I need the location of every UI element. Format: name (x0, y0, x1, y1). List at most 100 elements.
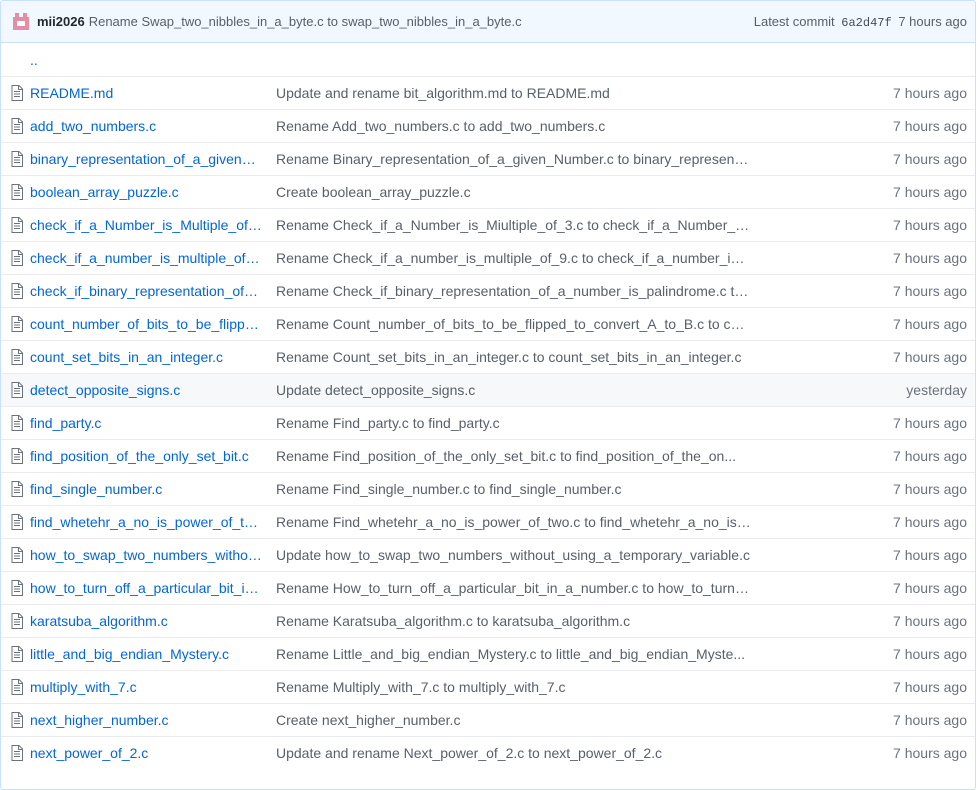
file-name-link[interactable]: find_single_number.c (30, 481, 263, 497)
file-commit-message[interactable]: Rename Binary_representation_of_a_given_… (276, 151, 751, 167)
file-icon (11, 415, 25, 431)
file-icon (11, 217, 25, 233)
file-row[interactable]: find_party.c Rename Find_party.c to find_… (1, 406, 975, 439)
file-icon (11, 514, 25, 530)
file-commit-message[interactable]: Update detect_opposite_signs.c (276, 382, 751, 398)
file-commit-message[interactable]: Rename Find_single_number.c to find_sing… (276, 481, 751, 497)
file-row[interactable]: find_single_number.c Rename Find_single_n… (1, 472, 975, 505)
file-name-link[interactable]: check_if_a_Number_is_Multiple_of_3.c (30, 217, 263, 233)
file-commit-message[interactable]: Create boolean_array_puzzle.c (276, 184, 751, 200)
file-commit-age: 7 hours ago (893, 448, 967, 464)
file-commit-age: 7 hours ago (893, 646, 967, 662)
file-row[interactable]: next_power_of_2.c Update and rename Next_… (1, 736, 975, 769)
file-commit-message[interactable]: Rename Multiply_with_7.c to multiply_wit… (276, 679, 751, 695)
file-icon (11, 481, 25, 497)
file-commit-message[interactable]: Create next_higher_number.c (276, 712, 751, 728)
file-commit-age: 7 hours ago (893, 85, 967, 101)
file-icon (11, 250, 25, 266)
file-commit-message[interactable]: Update how_to_swap_two_numbers_without_u… (276, 547, 751, 563)
file-commit-age: 7 hours ago (893, 745, 967, 761)
file-icon (11, 580, 25, 596)
file-icon (11, 184, 25, 200)
file-commit-message[interactable]: Rename Find_position_of_the_only_set_bit… (276, 448, 751, 464)
avatar[interactable] (11, 11, 31, 32)
file-commit-age: 7 hours ago (893, 151, 967, 167)
file-commit-age: 7 hours ago (893, 283, 967, 299)
file-name-link[interactable]: binary_representation_of_a_given_N... (30, 151, 263, 167)
file-name-link[interactable]: karatsuba_algorithm.c (30, 613, 263, 629)
file-row[interactable]: check_if_a_number_is_multiple_of_9.c Rena… (1, 241, 975, 274)
file-name-link[interactable]: detect_opposite_signs.c (30, 382, 263, 398)
file-icon (11, 382, 25, 398)
file-name-link[interactable]: count_number_of_bits_to_be_flippe... (30, 316, 263, 332)
file-commit-age: 7 hours ago (893, 118, 967, 134)
file-commit-age: 7 hours ago (893, 217, 967, 233)
file-commit-age: 7 hours ago (893, 547, 967, 563)
file-commit-message[interactable]: Rename How_to_turn_off_a_particular_bit_… (276, 580, 751, 596)
file-commit-message[interactable]: Rename Add_two_numbers.c to add_two_numb… (276, 118, 751, 134)
file-browser: mii2026 Rename Swap_two_nibbles_in_a_byt… (0, 0, 976, 790)
file-row[interactable]: next_higher_number.c Create next_higher_n… (1, 703, 975, 736)
file-commit-age: 7 hours ago (893, 481, 967, 497)
file-name-link[interactable]: find_party.c (30, 415, 263, 431)
file-row[interactable]: README.md Update and rename bit_algorithm… (1, 76, 975, 109)
file-row[interactable]: multiply_with_7.c Rename Multiply_with_7.… (1, 670, 975, 703)
file-row[interactable]: add_two_numbers.c Rename Add_two_numbers.… (1, 109, 975, 142)
file-name-link[interactable]: multiply_with_7.c (30, 679, 263, 695)
file-row[interactable]: count_number_of_bits_to_be_flippe... Rena… (1, 307, 975, 340)
file-name-link[interactable]: README.md (30, 85, 263, 101)
file-row[interactable]: check_if_binary_representation_of_a... Re… (1, 274, 975, 307)
file-commit-message[interactable]: Update and rename bit_algorithm.md to RE… (276, 85, 751, 101)
file-commit-message[interactable]: Rename Check_if_binary_representation_of… (276, 283, 751, 299)
file-icon (11, 151, 25, 167)
file-row[interactable]: find_position_of_the_only_set_bit.c Renam… (1, 439, 975, 472)
commit-age: 7 hours ago (898, 13, 967, 29)
file-commit-message[interactable]: Rename Find_whetehr_a_no_is_power_of_two… (276, 514, 751, 530)
file-icon (11, 448, 25, 464)
file-commit-age: 7 hours ago (893, 712, 967, 728)
file-name-link[interactable]: count_set_bits_in_an_integer.c (30, 349, 263, 365)
file-row[interactable]: detect_opposite_signs.c Update detect_opp… (1, 373, 975, 406)
file-commit-message[interactable]: Rename Check_if_a_Number_is_Miultiple_of… (276, 217, 751, 233)
file-icon (11, 745, 25, 761)
file-name-link[interactable]: how_to_turn_off_a_particular_bit_in_... (30, 580, 263, 596)
file-list: README.md Update and rename bit_algorithm… (1, 76, 975, 769)
file-commit-message[interactable]: Rename Find_party.c to find_party.c (276, 415, 751, 431)
parent-directory-row[interactable]: .. (1, 43, 975, 76)
file-row[interactable]: check_if_a_Number_is_Multiple_of_3.c Rena… (1, 208, 975, 241)
file-commit-message[interactable]: Rename Karatsuba_algorithm.c to karatsub… (276, 613, 751, 629)
file-row[interactable]: binary_representation_of_a_given_N... Ren… (1, 142, 975, 175)
file-row[interactable]: little_and_big_endian_Mystery.c Rename Li… (1, 637, 975, 670)
file-commit-message[interactable]: Rename Count_number_of_bits_to_be_flippe… (276, 316, 751, 332)
file-name-link[interactable]: how_to_swap_two_numbers_withou... (30, 547, 263, 563)
file-name-link[interactable]: find_whetehr_a_no_is_power_of_two.c (30, 514, 263, 530)
commit-message[interactable]: Rename Swap_two_nibbles_in_a_byte.c to s… (89, 14, 754, 29)
file-row[interactable]: count_set_bits_in_an_integer.c Rename Cou… (1, 340, 975, 373)
file-commit-age: 7 hours ago (893, 349, 967, 365)
file-name-link[interactable]: next_power_of_2.c (30, 745, 263, 761)
file-row[interactable]: how_to_swap_two_numbers_withou... Update … (1, 538, 975, 571)
file-name-link[interactable]: boolean_array_puzzle.c (30, 184, 263, 200)
file-row[interactable]: boolean_array_puzzle.c Create boolean_arr… (1, 175, 975, 208)
file-name-link[interactable]: next_higher_number.c (30, 712, 263, 728)
file-commit-age: 7 hours ago (893, 679, 967, 695)
file-commit-message[interactable]: Rename Check_if_a_number_is_multiple_of_… (276, 250, 751, 266)
file-row[interactable]: how_to_turn_off_a_particular_bit_in_... R… (1, 571, 975, 604)
file-commit-message[interactable]: Rename Little_and_big_endian_Mystery.c t… (276, 646, 751, 662)
parent-directory-link[interactable]: .. (11, 52, 38, 68)
file-commit-age: 7 hours ago (893, 415, 967, 431)
latest-commit-bar: mii2026 Rename Swap_two_nibbles_in_a_byt… (1, 1, 975, 43)
file-icon (11, 712, 25, 728)
commit-sha[interactable]: 6a2d47f (841, 16, 891, 30)
file-row[interactable]: karatsuba_algorithm.c Rename Karatsuba_al… (1, 604, 975, 637)
file-name-link[interactable]: little_and_big_endian_Mystery.c (30, 646, 263, 662)
file-name-link[interactable]: find_position_of_the_only_set_bit.c (30, 448, 263, 464)
commit-author[interactable]: mii2026 (37, 14, 85, 29)
file-name-link[interactable]: check_if_a_number_is_multiple_of_9.c (30, 250, 263, 266)
file-name-link[interactable]: add_two_numbers.c (30, 118, 263, 134)
file-commit-age: 7 hours ago (893, 250, 967, 266)
file-commit-message[interactable]: Update and rename Next_power_of_2.c to n… (276, 745, 751, 761)
file-name-link[interactable]: check_if_binary_representation_of_a... (30, 283, 263, 299)
file-commit-message[interactable]: Rename Count_set_bits_in_an_integer.c to… (276, 349, 751, 365)
file-row[interactable]: find_whetehr_a_no_is_power_of_two.c Renam… (1, 505, 975, 538)
